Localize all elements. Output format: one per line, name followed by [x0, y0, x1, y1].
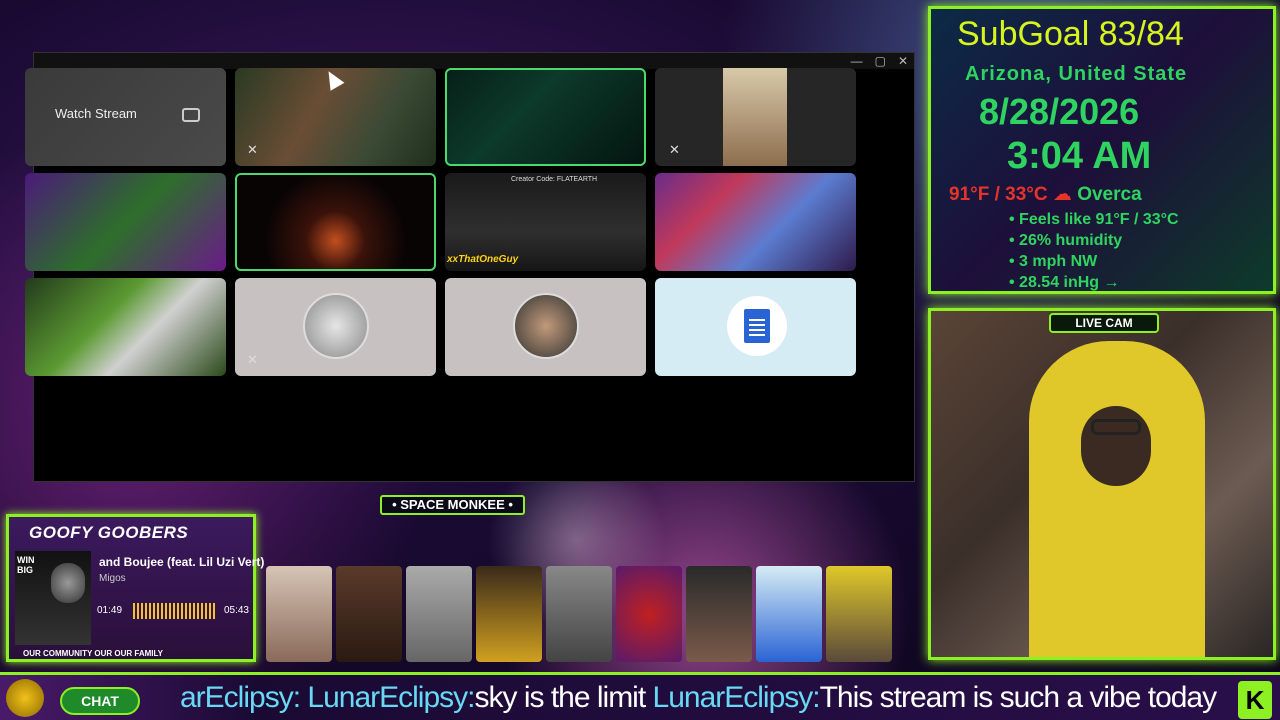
viewer-avatar — [826, 566, 892, 662]
song-title: and Boujee (feat. Lil Uzi Vert) — [99, 555, 265, 569]
video-tile-1[interactable]: Watch Stream — [25, 68, 226, 166]
ticker-message: sky is the limit — [474, 681, 653, 714]
video-tile-4[interactable]: ✕ — [655, 68, 856, 166]
ticker-message: This stream is such a vibe today — [819, 681, 1218, 714]
album-watch — [51, 563, 85, 603]
elapsed-time: 01:49 — [97, 605, 123, 616]
cloud-icon: ☁ — [1052, 184, 1072, 205]
date-text: 8/28/2026 — [979, 91, 1140, 132]
subgoal-text: SubGoal 83/84 — [957, 15, 1184, 53]
ticker-user: LunarEclipsy: — [652, 681, 821, 714]
doc-tile[interactable] — [655, 278, 856, 376]
viewer-avatar — [266, 566, 332, 662]
artist-name: Migos — [99, 573, 126, 584]
video-grid: Watch Stream ✕ ✕ Creator Code: FLATEARTH… — [25, 68, 856, 376]
gamer-tag: xxThatOneGuy — [447, 254, 519, 265]
ticker-user: LunarEclipsy: — [307, 681, 475, 714]
background-door — [723, 68, 787, 166]
space-monkee-label: • SPACE MONKEE • — [380, 495, 525, 515]
music-widget: GOOFY GOOBERS WIN BIG and Boujee (feat. … — [6, 514, 264, 662]
video-tile-9[interactable] — [25, 278, 226, 376]
viewer-avatar — [686, 566, 752, 662]
viewer-avatar — [616, 566, 682, 662]
weather-line: 91°F / 33°C ☁ Overca — [949, 183, 1142, 206]
window-titlebar: — ▢ ✕ — [34, 53, 914, 69]
kick-logo-icon: K — [1238, 681, 1272, 719]
video-tile-3[interactable] — [445, 68, 646, 166]
mute-icon: ✕ — [247, 142, 258, 157]
weather-details: • Feels like 91°F / 33°C • 26% humidity … — [1009, 209, 1179, 291]
avatar — [303, 293, 369, 359]
banana-costume — [1029, 341, 1205, 657]
music-widget-title: GOOFY GOOBERS — [29, 523, 189, 542]
document-speaker-icon — [756, 566, 822, 662]
community-banner: OUR COMMUNITY OUR OUR FAMILY — [23, 649, 164, 658]
chat-ticker-bar: CHAT arEclipsy: LunarEclipsy:sky is the … — [0, 672, 1280, 720]
video-tile-5[interactable] — [25, 173, 226, 271]
avatar — [513, 293, 579, 359]
minimize-icon[interactable]: — — [851, 53, 863, 69]
viewer-avatar — [476, 566, 542, 662]
progress-row: 01:49 05:43 — [97, 603, 249, 619]
duration-time: 05:43 — [223, 605, 249, 616]
video-tile-8[interactable] — [655, 173, 856, 271]
pressure-text: • 28.54 inHg → — [1009, 274, 1120, 291]
live-cam-panel: LIVE CAM — [928, 308, 1276, 660]
duck-icon — [6, 679, 44, 717]
viewer-avatar — [406, 566, 472, 662]
mute-icon: ✕ — [247, 352, 258, 367]
location-text: Arizona, United State — [965, 63, 1188, 85]
waveform-bar — [133, 603, 215, 619]
humidity-text: • 26% humidity — [1009, 232, 1123, 249]
maximize-icon[interactable]: ▢ — [875, 53, 886, 69]
video-tile-6[interactable] — [235, 173, 436, 271]
ticker-prefix: arEclipsy: — [180, 681, 301, 714]
document-speaker-icon — [727, 296, 787, 356]
window-controls: — ▢ ✕ — [851, 53, 908, 69]
avatar-tile-1[interactable]: ✕ — [235, 278, 436, 376]
viewer-avatar — [336, 566, 402, 662]
watch-stream-icon[interactable] — [182, 108, 200, 122]
avatar-strip — [266, 566, 892, 662]
creator-code-text: Creator Code: FLATEARTH — [511, 176, 598, 183]
chat-button[interactable]: CHAT — [60, 687, 140, 715]
condition-text: Overca — [1077, 184, 1142, 205]
live-cam-label: LIVE CAM — [1049, 313, 1159, 333]
close-icon[interactable]: ✕ — [898, 53, 908, 69]
chat-ticker: arEclipsy: LunarEclipsy:sky is the limit… — [180, 681, 1218, 715]
watch-stream-button[interactable]: Watch Stream — [55, 106, 137, 121]
streamer-face — [1081, 406, 1151, 486]
info-panel: SubGoal 83/84 Arizona, United State 8/28… — [928, 6, 1276, 294]
wind-text: • 3 mph NW — [1009, 253, 1098, 270]
glasses — [1091, 419, 1141, 435]
avatar-tile-2[interactable] — [445, 278, 646, 376]
time-text: 3:04 AM — [1007, 135, 1152, 177]
album-text: WIN BIG — [17, 555, 35, 575]
video-tile-7[interactable]: Creator Code: FLATEARTH xxThatOneGuy — [445, 173, 646, 271]
feels-like-text: • Feels like 91°F / 33°C — [1009, 211, 1179, 228]
viewer-avatar — [546, 566, 612, 662]
mute-icon: ✕ — [669, 142, 680, 157]
temperature-text: 91°F / 33°C — [949, 184, 1048, 205]
